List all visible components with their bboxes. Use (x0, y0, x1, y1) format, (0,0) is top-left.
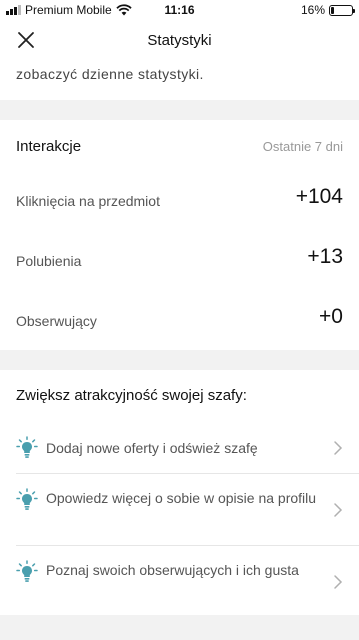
tip-item[interactable]: Poznaj swoich obserwujących i ich gusta (0, 546, 359, 614)
tips-title: Zwiększ atrakcyjność swojej szafy: (16, 387, 247, 404)
tip-text: Dodaj nowe oferty i odśwież szafę (46, 440, 258, 456)
stat-row-likes: Polubienia +13 (0, 231, 359, 291)
lightbulb-icon (16, 436, 38, 458)
stat-row-clicks: Kliknięcia na przedmiot +104 (0, 171, 359, 231)
chevron-right-icon (334, 441, 343, 455)
nav-bar: Statystyki (0, 20, 359, 60)
stat-value: +13 (307, 245, 343, 268)
chevron-right-icon (334, 503, 343, 517)
battery-icon (329, 4, 355, 16)
battery-group: 16% (300, 3, 355, 17)
lightbulb-icon (16, 488, 38, 510)
stat-label: Kliknięcia na przedmiot (16, 193, 160, 209)
period-label: Ostatnie 7 dni (262, 139, 343, 154)
interactions-card: Interakcje Ostatnie 7 dni Kliknięcia na … (0, 120, 359, 350)
stat-label: Obserwujący (16, 313, 97, 329)
stat-row-followers: Obserwujący +0 (0, 291, 359, 351)
tip-text: Poznaj swoich obserwujących i ich gusta (46, 562, 299, 578)
tips-card: Zwiększ atrakcyjność swojej szafy: Dodaj… (0, 370, 359, 615)
battery-percent: 16% (300, 3, 325, 17)
tip-text: Opowiedz więcej o sobie w opisie na prof… (46, 490, 317, 506)
status-bar: Premium Mobile 11:16 16% (0, 0, 359, 20)
stat-value: +104 (295, 185, 343, 208)
stat-label: Polubienia (16, 253, 82, 269)
interactions-title: Interakcje (16, 138, 82, 155)
tip-item[interactable]: Opowiedz więcej o sobie w opisie na prof… (0, 474, 359, 546)
intro-card: zobaczyć dzienne statystyki. (0, 60, 359, 100)
stat-value: +0 (319, 305, 343, 328)
tip-item[interactable]: Dodaj nowe oferty i odśwież szafę (0, 422, 359, 474)
chevron-right-icon (334, 575, 343, 589)
page-title: Statystyki (147, 32, 212, 49)
intro-text: zobaczyć dzienne statystyki. (16, 66, 204, 82)
lightbulb-icon (16, 560, 38, 582)
